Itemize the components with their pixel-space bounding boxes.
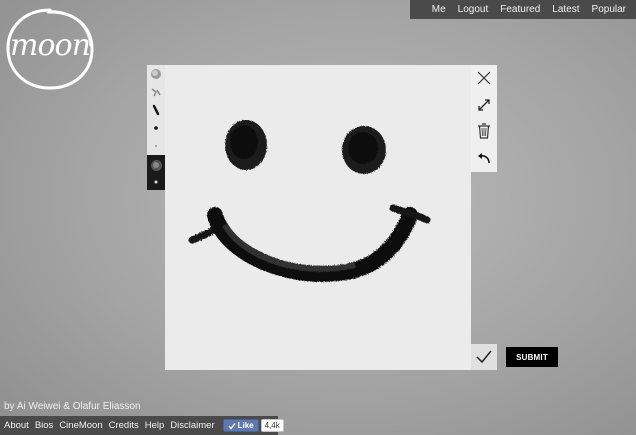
- nav-about[interactable]: About: [4, 420, 29, 431]
- trash-icon[interactable]: [474, 121, 494, 141]
- nav-featured[interactable]: Featured: [500, 4, 540, 15]
- canvas-actions: [471, 65, 497, 172]
- nav-help[interactable]: Help: [145, 420, 165, 431]
- close-icon[interactable]: [474, 68, 494, 88]
- confirm-button[interactable]: [471, 344, 497, 370]
- facebook-like-button[interactable]: Like: [222, 419, 259, 432]
- smudge-brush-icon[interactable]: [149, 85, 163, 99]
- nav-disclaimer[interactable]: Disclaimer: [170, 420, 214, 431]
- nav-latest[interactable]: Latest: [552, 4, 579, 15]
- facebook-like-count: 4,4k: [260, 419, 284, 432]
- charcoal-brush-icon[interactable]: [149, 67, 163, 81]
- small-dot-icon[interactable]: [149, 139, 163, 153]
- facebook-like-label: Like: [237, 421, 254, 430]
- moon-logo[interactable]: moon: [4, 6, 96, 92]
- smiley-drawing: [188, 120, 431, 282]
- medium-dot-icon[interactable]: [149, 121, 163, 135]
- thumbs-up-icon: [228, 422, 236, 430]
- credits-line: by Ai Weiwei & Olafur Eliasson: [4, 401, 141, 412]
- nav-bios[interactable]: Bios: [35, 420, 53, 431]
- drawing-canvas[interactable]: [165, 65, 471, 370]
- checkmark-icon: [476, 350, 492, 364]
- submit-button[interactable]: SUBMIT: [506, 347, 558, 367]
- nav-cinemoon[interactable]: CineMoon: [59, 420, 102, 431]
- expand-icon[interactable]: [474, 95, 494, 115]
- undo-icon[interactable]: [474, 148, 494, 168]
- facebook-like: Like 4,4k: [222, 419, 284, 432]
- drawing-tools: [147, 65, 165, 155]
- nav-logout[interactable]: Logout: [458, 4, 489, 15]
- top-nav: Me Logout Featured Latest Popular: [409, 0, 636, 19]
- bottom-nav: About Bios CineMoon Credits Help Disclai…: [0, 416, 284, 435]
- swatch-dot-icon[interactable]: [149, 175, 163, 189]
- nav-credits[interactable]: Credits: [109, 420, 139, 431]
- thick-pen-icon[interactable]: [149, 103, 163, 117]
- nav-popular[interactable]: Popular: [592, 4, 626, 15]
- nav-me[interactable]: Me: [432, 4, 446, 15]
- logo-text: moon: [10, 28, 91, 63]
- swatch-dark-icon[interactable]: [149, 158, 163, 172]
- color-swatches: [147, 155, 165, 190]
